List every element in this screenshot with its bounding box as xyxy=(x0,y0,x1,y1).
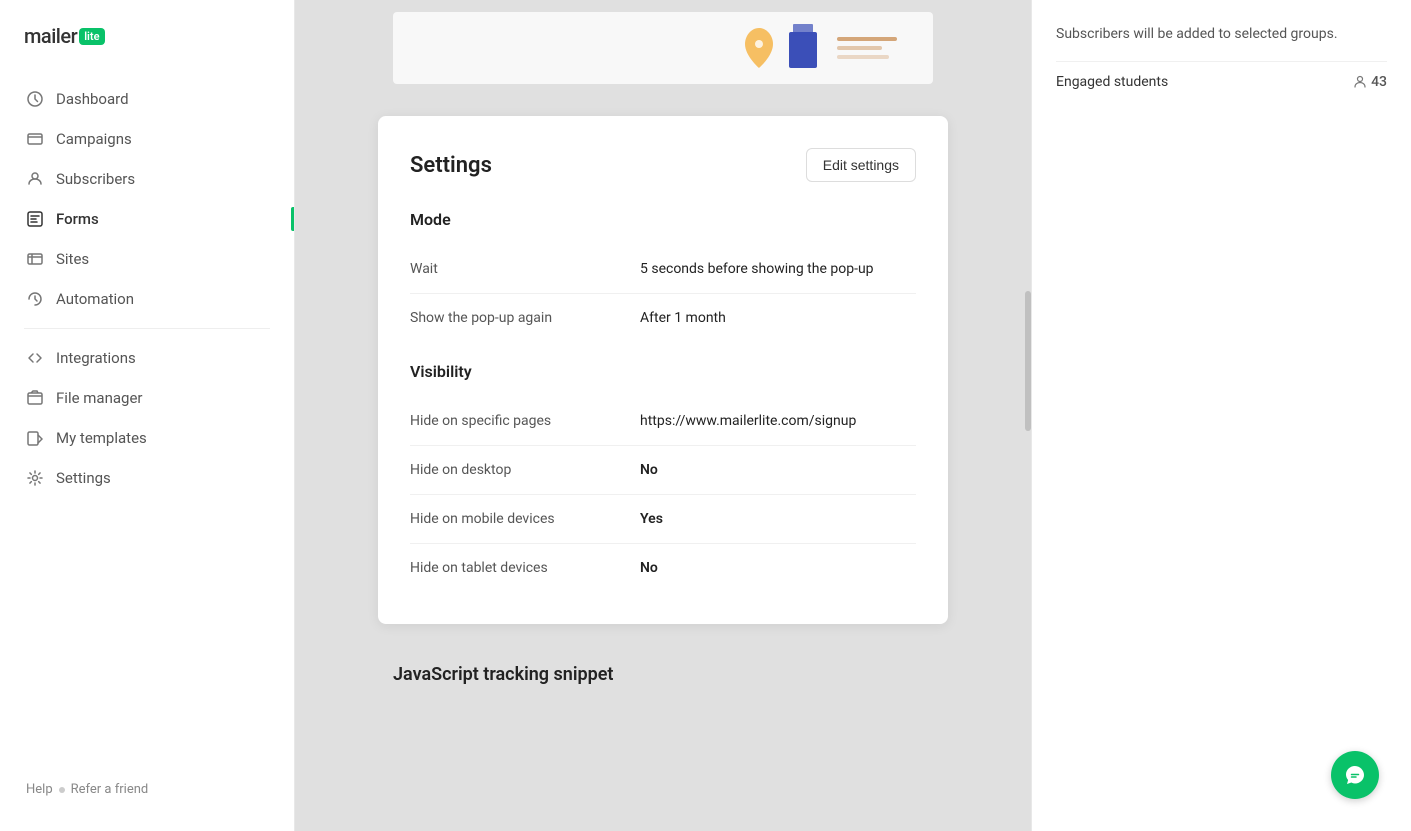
help-area: Help Refer a friend xyxy=(12,772,282,807)
visibility-section-title: Visibility xyxy=(410,362,916,381)
sidebar-item-forms[interactable]: Forms xyxy=(12,200,282,238)
sidebar-item-file-manager-label: File manager xyxy=(56,389,142,407)
subscribers-note: Subscribers will be added to selected gr… xyxy=(1056,24,1387,45)
group-count: 43 xyxy=(1353,74,1387,90)
sidebar-bottom: Help Refer a friend xyxy=(0,772,294,815)
sidebar-item-my-templates[interactable]: My templates xyxy=(12,419,282,457)
settings-section: Settings Edit settings Mode Wait 5 secon… xyxy=(295,96,1031,644)
sidebar-item-forms-label: Forms xyxy=(56,210,99,228)
wait-label: Wait xyxy=(410,261,640,277)
logo-badge: lite xyxy=(79,28,104,45)
settings-title: Settings xyxy=(410,153,492,178)
sidebar-item-subscribers-label: Subscribers xyxy=(56,170,135,188)
js-snippet-section: JavaScript tracking snippet xyxy=(295,644,1031,705)
person-icon xyxy=(1353,75,1367,89)
hide-specific-pages-value: https://www.mailerlite.com/signup xyxy=(640,413,916,429)
nav-menu: Dashboard Campaigns xyxy=(0,80,294,772)
sites-icon xyxy=(26,250,44,268)
hide-specific-pages-label: Hide on specific pages xyxy=(410,413,640,429)
js-snippet-box: JavaScript tracking snippet xyxy=(393,664,933,685)
sidebar-item-file-manager[interactable]: File manager xyxy=(12,379,282,417)
hide-desktop-label: Hide on desktop xyxy=(410,462,640,478)
hide-specific-pages-row: Hide on specific pages https://www.maile… xyxy=(410,397,916,446)
sidebar-item-campaigns-label: Campaigns xyxy=(56,130,132,148)
group-name: Engaged students xyxy=(1056,74,1168,90)
integrations-icon xyxy=(26,349,44,367)
sidebar-item-sites[interactable]: Sites xyxy=(12,240,282,278)
wait-row: Wait 5 seconds before showing the pop-up xyxy=(410,245,916,294)
sidebar-item-settings-label: Settings xyxy=(56,469,111,487)
sidebar-item-my-templates-label: My templates xyxy=(56,429,147,447)
hide-mobile-value: Yes xyxy=(640,511,916,527)
hide-desktop-row: Hide on desktop No xyxy=(410,446,916,495)
subscribers-icon xyxy=(26,170,44,188)
sidebar-item-automation[interactable]: Automation xyxy=(12,280,282,318)
sidebar-item-automation-label: Automation xyxy=(56,290,134,308)
logo-area: mailer lite xyxy=(0,24,294,80)
file-manager-icon xyxy=(26,389,44,407)
sidebar-item-settings[interactable]: Settings xyxy=(12,459,282,497)
top-preview-area xyxy=(295,0,1031,96)
chat-button[interactable] xyxy=(1331,751,1379,799)
preview-box xyxy=(393,12,933,84)
automation-icon xyxy=(26,290,44,308)
mode-section-title: Mode xyxy=(410,210,916,229)
dashboard-icon xyxy=(26,90,44,108)
js-snippet-title: JavaScript tracking snippet xyxy=(393,664,933,685)
sidebar-item-subscribers[interactable]: Subscribers xyxy=(12,160,282,198)
sidebar-item-integrations[interactable]: Integrations xyxy=(12,339,282,377)
show-popup-label: Show the pop-up again xyxy=(410,310,640,326)
hide-mobile-label: Hide on mobile devices xyxy=(410,511,640,527)
show-popup-value: After 1 month xyxy=(640,310,916,326)
settings-header: Settings Edit settings xyxy=(410,148,916,182)
templates-icon xyxy=(26,429,44,447)
mode-section: Mode Wait 5 seconds before showing the p… xyxy=(410,210,916,342)
help-dot xyxy=(59,787,65,793)
nav-divider xyxy=(24,328,270,329)
hide-tablet-value: No xyxy=(640,560,916,576)
sidebar-item-integrations-label: Integrations xyxy=(56,349,136,367)
sidebar: mailer lite Dashboard xyxy=(0,0,295,831)
hide-tablet-label: Hide on tablet devices xyxy=(410,560,640,576)
settings-card: Settings Edit settings Mode Wait 5 secon… xyxy=(378,116,948,624)
visibility-section: Visibility Hide on specific pages https:… xyxy=(410,362,916,592)
hide-tablet-row: Hide on tablet devices No xyxy=(410,544,916,592)
group-count-value: 43 xyxy=(1371,74,1387,90)
hide-desktop-value: No xyxy=(640,462,916,478)
scroll-indicator[interactable] xyxy=(1025,0,1031,831)
sidebar-item-dashboard[interactable]: Dashboard xyxy=(12,80,282,118)
logo-text: mailer xyxy=(24,24,77,48)
forms-icon xyxy=(26,210,44,228)
refer-link[interactable]: Refer a friend xyxy=(71,782,149,797)
subscribers-info: Subscribers will be added to selected gr… xyxy=(1056,24,1387,102)
sidebar-item-campaigns[interactable]: Campaigns xyxy=(12,120,282,158)
campaigns-icon xyxy=(26,130,44,148)
group-row: Engaged students 43 xyxy=(1056,61,1387,102)
settings-icon xyxy=(26,469,44,487)
help-link[interactable]: Help xyxy=(26,782,53,797)
hide-mobile-row: Hide on mobile devices Yes xyxy=(410,495,916,544)
wait-value: 5 seconds before showing the pop-up xyxy=(640,261,916,277)
sidebar-item-dashboard-label: Dashboard xyxy=(56,90,129,108)
show-popup-again-row: Show the pop-up again After 1 month xyxy=(410,294,916,342)
sidebar-item-sites-label: Sites xyxy=(56,250,89,268)
scroll-thumb xyxy=(1025,291,1031,431)
center-content: Settings Edit settings Mode Wait 5 secon… xyxy=(295,0,1031,831)
edit-settings-button[interactable]: Edit settings xyxy=(806,148,916,182)
center-scroll: Settings Edit settings Mode Wait 5 secon… xyxy=(295,0,1031,831)
logo: mailer lite xyxy=(24,24,270,48)
right-panel: Subscribers will be added to selected gr… xyxy=(1031,0,1411,831)
chat-icon xyxy=(1344,764,1366,786)
